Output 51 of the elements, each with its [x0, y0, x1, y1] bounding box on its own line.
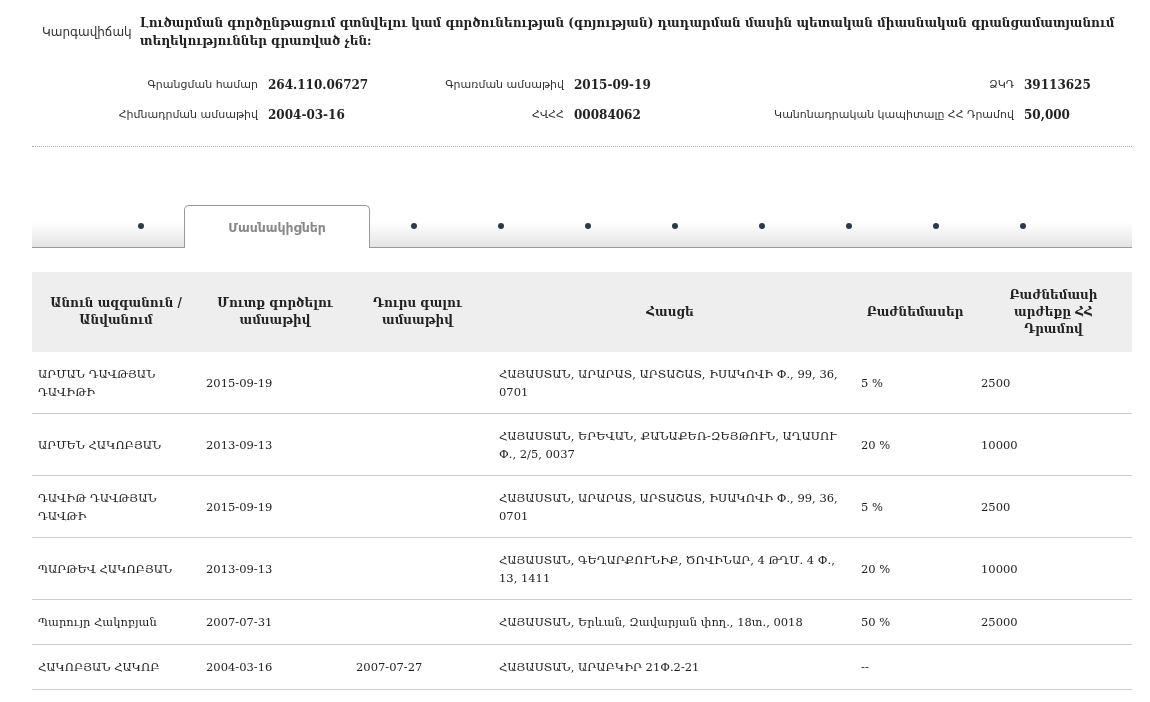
table-cell-text: 5 % [861, 498, 883, 516]
info-value: 2015-09-19 [574, 78, 652, 92]
table-cell-text: Պարույր Հակոբյան [38, 614, 157, 631]
status-text: Լուծարման գործընթացում գտնվելու կամ գործունեության (գոյության) դադարման մասին պետական միասնական գրանցամատյանում տեղեկություններ գրառված չեն: [140, 15, 1116, 50]
table-cell-text: ՊԱՐԹԵՎ ՀԱԿՈԲՅԱՆ [38, 560, 173, 578]
info-label: Գրառման ամսաթիվ [444, 78, 565, 92]
table-cell-text: 2007-07-31 [206, 614, 273, 631]
table-cell-text: 2015-09-19 [206, 374, 273, 392]
column-header: Անուն ազգանուն / Անվանում [32, 272, 200, 352]
info-value: 50,000 [1024, 108, 1071, 122]
info-value: 264.110.06727 [268, 78, 370, 92]
info-value: 2004-03-16 [268, 108, 346, 122]
table-cell-text: ԴԱՎԻԹ ԴԱՎԹՅԱՆ ԴԱՎԹԻ [38, 489, 158, 525]
table-cell-text: ՀԱԿՈԲՅԱՆ ՀԱԿՈԲ [38, 659, 160, 676]
info-label: ՁԿԴ [988, 78, 1015, 92]
table-cell-text: 50 % [861, 614, 891, 631]
table-cell-text: ՀԱՅԱՍՏԱՆ, ԱՐԱՐԱՏ, ԱՐՏԱՇԱՏ, ԻՍԱԿՈՎԻ Փ., 99, 36, 0701 [499, 489, 839, 525]
table-cell-text: ՀԱՅԱՍՏԱՆ, ԱՐԱՐԱՏ, ԱՐՏԱՇԱՏ, ԻՍԱԿՈՎԻ Փ., 99, 36, 0701 [499, 365, 839, 401]
column-header: Բաժնեմասեր [855, 272, 975, 352]
table-cell-text: -- [861, 659, 869, 676]
status-label: Կարգավիճակ [42, 25, 130, 39]
table-cell-text: 10000 [981, 436, 1018, 454]
info-value: 00084062 [574, 108, 642, 122]
table-cell-text: ԱՐՄԵՆ ՀԱԿՈԲՅԱՆ [38, 436, 162, 454]
info-label: ՀՎՀՀ [531, 108, 565, 122]
table-cell-text: 5 % [861, 374, 883, 392]
table-cell-text: 25000 [981, 614, 1018, 631]
column-header: Մուտք գործելու ամսաթիվ [200, 272, 350, 352]
table-cell-text: 2007-07-27 [356, 659, 423, 676]
column-header: Հասցե [485, 272, 855, 352]
table-cell-text: ՀԱՅԱՍՏԱՆ, Երևան, Զավարյան փող., 18տ., 0018 [499, 614, 803, 631]
table-cell-text: 2015-09-19 [206, 498, 273, 516]
table-cell-text: 10000 [981, 560, 1018, 578]
table-cell-text: ՀԱՅԱՍՏԱՆ, ԵՐԵՎԱՆ, ՔԱՆԱՔԵՌ-ԶԵՅԹՈՒՆ, ԱՂԱՍՈՒ Փ., 2/5, 0037 [499, 427, 838, 463]
table-cell-text: 2500 [981, 374, 1011, 392]
column-header: Բաժնեմասի արժեքը ՀՀ Դրամով [975, 272, 1132, 352]
table-cell-text: ՀԱՅԱՍՏԱՆ, ԳԵՂԱՐՔՈՒՆԻՔ, ԾՈՎԻՆԱՐ, 4 ԹՂՄ. 4 Փ., 13, 1411 [499, 551, 836, 587]
info-value: 39113625 [1024, 78, 1092, 92]
table-cell-text: 2004-03-16 [206, 659, 273, 676]
table-cell-text: ՀԱՅԱՍՏԱՆ, ԱՐԱԲԿԻՐ 21Փ.2-21 [499, 659, 700, 676]
column-header: Դուրս գալու ամսաթիվ [350, 272, 485, 352]
table-cell-text: 2013-09-13 [206, 560, 273, 578]
table-cell-text: ԱՐՄԱՆ ԴԱՎԹՅԱՆ ԴԱՎԻԹԻ [38, 365, 157, 401]
table-cell-text: 20 % [861, 436, 891, 454]
info-label: Գրանցման համար [146, 78, 259, 92]
table-cell-text: 20 % [861, 560, 891, 578]
table-cell-text: 2013-09-13 [206, 436, 273, 454]
info-label: Կանոնադրական կապիտալը ՀՀ Դրամով [773, 108, 1015, 122]
info-label: Հիմնադրման ամսաթիվ [117, 108, 259, 122]
table-cell-text: 2500 [981, 498, 1011, 516]
tab[interactable]: Մասնակիցներ [184, 205, 370, 248]
